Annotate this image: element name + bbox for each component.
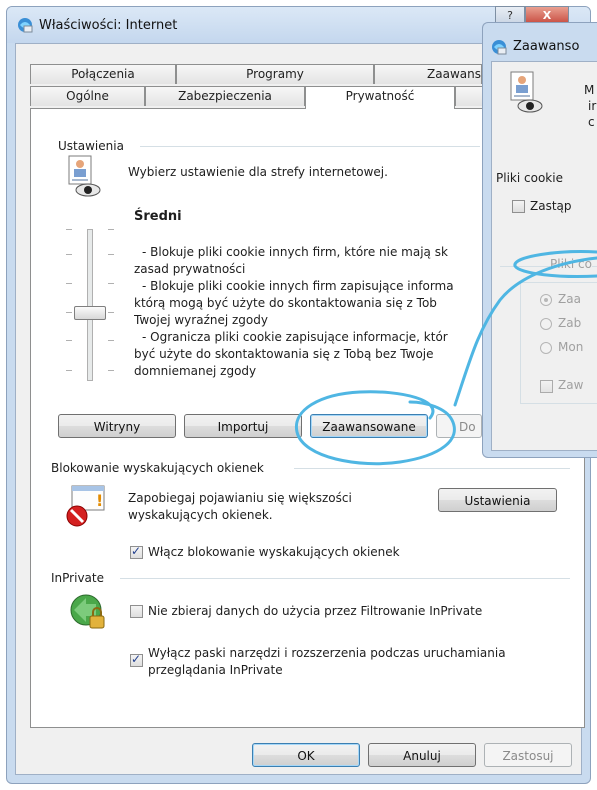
advanced-dialog-title: Zaawanso <box>513 39 580 54</box>
first-party-cookies-label: Pliki co <box>550 256 592 272</box>
info-text-line1: M <box>584 83 595 97</box>
cancel-button[interactable]: Anuluj <box>368 743 476 767</box>
inprivate-toolbars-label-line2: przeglądania InPrivate <box>148 663 283 677</box>
advanced-privacy-dialog: Zaawanso M ir c Pliki cookie Zastąp Plik… <box>482 22 597 458</box>
inprivate-group-label: InPrivate <box>51 571 104 585</box>
import-button[interactable]: Importuj <box>184 414 302 438</box>
inprivate-toolbars-label-line1: Wyłącz paski narzędzi i rozszerzenia pod… <box>148 646 506 660</box>
slider-tick <box>66 229 72 230</box>
popup-group-line <box>294 468 570 469</box>
settings-group-line <box>140 146 480 147</box>
privacy-level-slider-thumb[interactable] <box>74 306 106 320</box>
popup-blocker-checkbox-label: Włącz blokowanie wyskakujących okienek <box>148 545 400 559</box>
override-checkbox-label: Zastąp <box>530 199 572 213</box>
override-cookie-handling-checkbox[interactable] <box>512 200 525 213</box>
popup-settings-button[interactable]: Ustawienia <box>438 488 557 512</box>
popup-blocker-icon: ! <box>66 485 105 527</box>
default-button[interactable]: Do <box>436 414 482 438</box>
apply-button[interactable]: Zastosuj <box>484 743 572 767</box>
slider-tick <box>108 370 114 371</box>
slider-tick <box>66 312 72 313</box>
tab-extra[interactable] <box>455 86 485 106</box>
advanced-button[interactable]: Zaawansowane <box>310 414 428 438</box>
popup-blocker-checkbox[interactable] <box>130 544 143 559</box>
slider-tick <box>108 254 114 255</box>
slider-tick <box>66 254 72 255</box>
internet-options-icon <box>18 18 33 33</box>
slider-tick <box>108 283 114 284</box>
tab-advanced[interactable]: Zaawans <box>374 64 482 84</box>
svg-text:!: ! <box>96 491 103 510</box>
tab-programs[interactable]: Programy <box>176 64 374 84</box>
info-text-line3: c <box>588 115 595 129</box>
slider-tick <box>66 370 72 371</box>
inprivate-filtering-checkbox-label: Nie zbieraj danych do użycia przez Filtr… <box>148 604 483 618</box>
slider-tick <box>108 229 114 230</box>
privacy-level-title: Średni <box>134 209 182 224</box>
info-text-line2: ir <box>588 99 597 113</box>
first-party-group-box <box>520 282 597 404</box>
advanced-dialog-icon <box>492 40 507 55</box>
tab-connections[interactable]: Połączenia <box>30 64 176 84</box>
inprivate-group-line <box>120 578 570 579</box>
privacy-document-eye-icon <box>510 71 543 113</box>
window-title: Właściwości: Internet <box>39 18 178 33</box>
tab-general[interactable]: Ogólne <box>30 86 145 106</box>
tab-privacy[interactable]: Prywatność <box>305 86 455 109</box>
popup-description-line1: Zapobiegaj pojawianiu się większości <box>128 491 352 505</box>
settings-group-label: Ustawienia <box>58 139 124 153</box>
privacy-level-slider-track[interactable] <box>87 229 93 381</box>
ok-button[interactable]: OK <box>252 743 360 767</box>
advanced-dialog-client: M ir c Pliki cookie Zastąp Pliki co Zaa … <box>491 61 597 451</box>
slider-tick <box>66 340 72 341</box>
zone-instruction: Wybierz ustawienie dla strefy internetow… <box>128 165 388 179</box>
inprivate-toolbars-checkbox[interactable] <box>130 652 143 667</box>
popup-description-line2: wyskakujących okienek. <box>128 508 273 522</box>
popup-group-label: Blokowanie wyskakujących okienek <box>51 461 264 475</box>
slider-tick <box>66 283 72 284</box>
privacy-level-description: - Blokuje pliki cookie innych firm, któr… <box>134 245 454 378</box>
cookies-group-label: Pliki cookie <box>496 171 563 185</box>
privacy-document-eye-icon <box>68 155 101 197</box>
slider-tick <box>108 340 114 341</box>
slider-tick <box>108 312 114 313</box>
tab-security[interactable]: Zabezpieczenia <box>145 86 305 106</box>
inprivate-icon <box>70 594 105 629</box>
inprivate-filtering-checkbox[interactable] <box>130 605 143 618</box>
sites-button[interactable]: Witryny <box>58 414 176 438</box>
